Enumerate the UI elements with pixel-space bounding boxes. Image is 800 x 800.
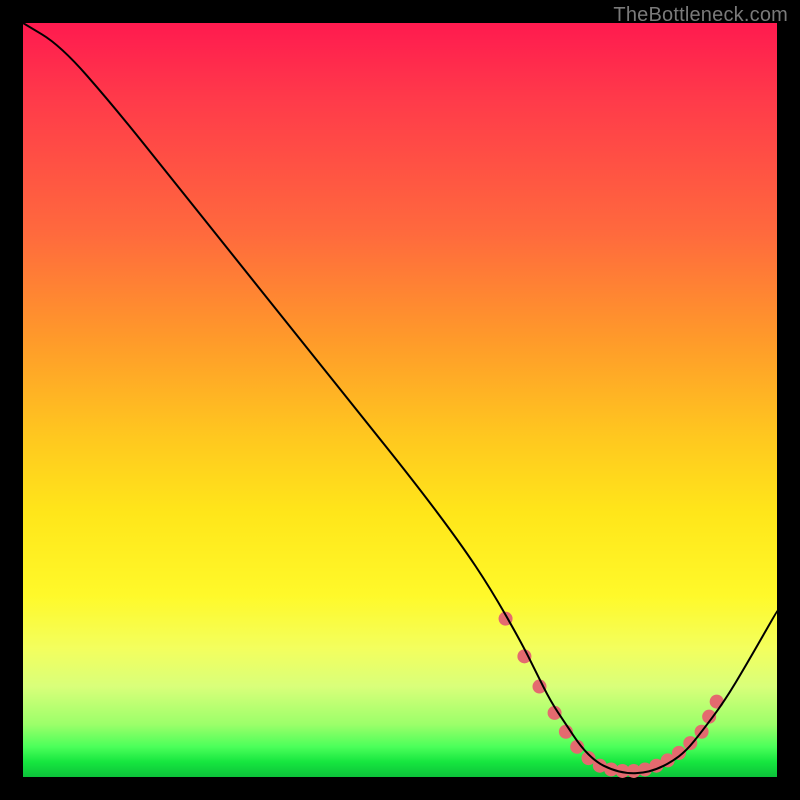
- watermark-text: TheBottleneck.com: [613, 4, 788, 27]
- highlight-dot: [710, 695, 724, 709]
- marker-layer: [499, 612, 724, 778]
- highlight-dot: [517, 649, 531, 663]
- curve-svg: [23, 23, 777, 777]
- bottleneck-curve: [23, 23, 777, 773]
- plot-area: [23, 23, 777, 777]
- chart-frame: TheBottleneck.com: [0, 0, 800, 800]
- highlight-dot: [532, 680, 546, 694]
